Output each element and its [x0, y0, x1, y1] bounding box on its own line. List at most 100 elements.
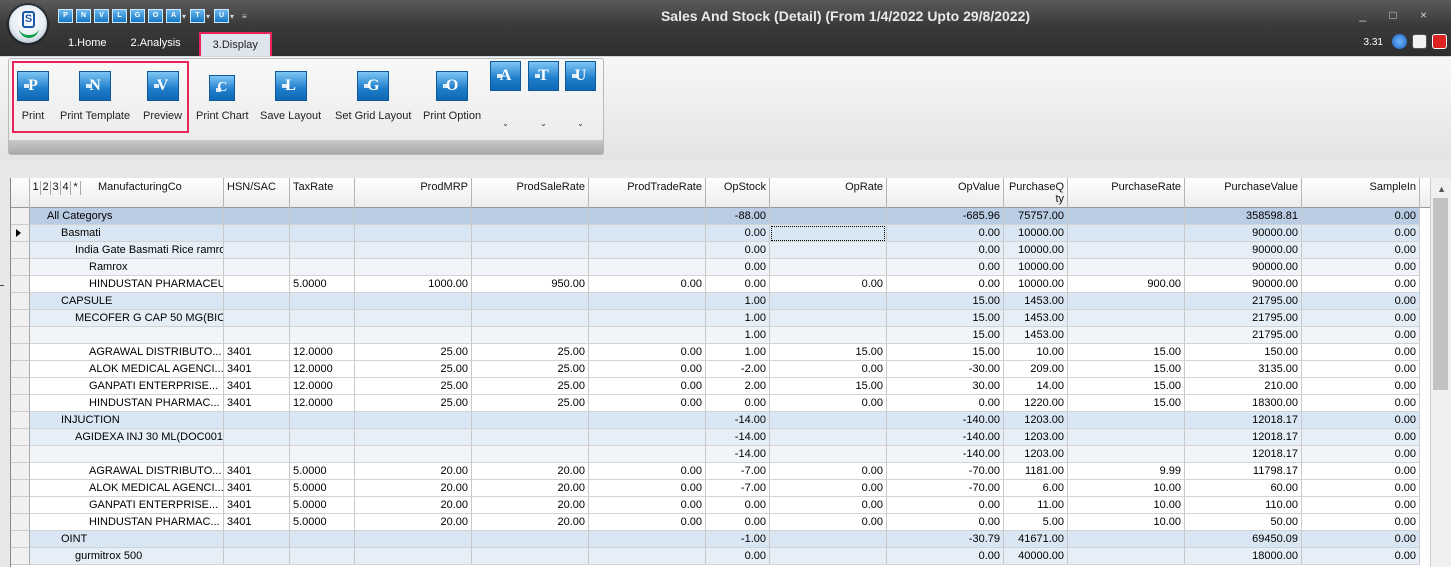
- cell-tax[interactable]: [290, 531, 355, 548]
- notes-icon[interactable]: [1412, 34, 1427, 49]
- save-layout-button[interactable]: L Save Layout: [260, 71, 321, 122]
- cell-trade[interactable]: [589, 446, 706, 463]
- table-row[interactable]: 1.00 15.00 1453.00 21795.00 0.00: [11, 327, 1431, 344]
- cell-opstock[interactable]: 0.00: [706, 276, 770, 293]
- cell-pvalue[interactable]: 90000.00: [1185, 242, 1302, 259]
- scroll-up-icon[interactable]: ▲: [1437, 184, 1446, 194]
- column-header-taxrate[interactable]: TaxRate: [290, 178, 355, 208]
- cell-trade[interactable]: [589, 293, 706, 310]
- cell-mrp[interactable]: 25.00: [355, 344, 472, 361]
- cell-prate[interactable]: [1068, 242, 1185, 259]
- cell-prate[interactable]: [1068, 293, 1185, 310]
- table-row[interactable]: MECOFER G CAP 50 MG(BIO001) 1.00 15.001453…: [11, 310, 1431, 327]
- column-header-samplein[interactable]: SampleIn: [1302, 178, 1420, 208]
- cell-trade[interactable]: 0.00: [589, 480, 706, 497]
- cell-opstock[interactable]: -7.00: [706, 480, 770, 497]
- cell-oprate[interactable]: 0.00: [770, 514, 887, 531]
- print-option-button[interactable]: O Print Option: [423, 71, 481, 122]
- cell-trade[interactable]: [589, 429, 706, 446]
- cell-prate[interactable]: [1068, 327, 1185, 344]
- cell-opstock[interactable]: 1.00: [706, 327, 770, 344]
- cell-sample[interactable]: 0.00: [1302, 412, 1420, 429]
- cell-name[interactable]: gurmitrox 500: [30, 548, 224, 565]
- cell-oprate[interactable]: [770, 327, 887, 344]
- row-selector[interactable]: [11, 276, 30, 293]
- cell-sale[interactable]: 20.00: [472, 480, 589, 497]
- table-row[interactable]: GANPATI ENTERPRISE... 3401 5.0000 20.00 20.0…: [11, 497, 1431, 514]
- cell-pvalue[interactable]: 110.00: [1185, 497, 1302, 514]
- row-selector[interactable]: [11, 225, 30, 242]
- cell-pqty[interactable]: 1220.00: [1004, 395, 1068, 412]
- cell-name[interactable]: GANPATI ENTERPRISE...: [30, 378, 224, 395]
- group-level-4-button[interactable]: 4: [61, 181, 71, 195]
- cell-opvalue[interactable]: 15.00: [887, 327, 1004, 344]
- cell-oprate[interactable]: 15.00: [770, 344, 887, 361]
- cell-sale[interactable]: [472, 259, 589, 276]
- cell-sample[interactable]: 0.00: [1302, 361, 1420, 378]
- cell-prate[interactable]: 9.99: [1068, 463, 1185, 480]
- cell-sample[interactable]: 0.00: [1302, 293, 1420, 310]
- cell-tax[interactable]: [290, 429, 355, 446]
- column-header-hsn-sac[interactable]: HSN/SAC: [224, 178, 290, 208]
- table-row[interactable]: All Categorys -88.00 -685.96 75757.00 358598…: [11, 208, 1431, 225]
- cell-prate[interactable]: [1068, 225, 1185, 242]
- row-selector[interactable]: [11, 242, 30, 259]
- cell-prate[interactable]: [1068, 208, 1185, 225]
- cell-name[interactable]: MECOFER G CAP 50 MG(BIO001): [30, 310, 224, 327]
- cell-opstock[interactable]: 0.00: [706, 259, 770, 276]
- cell-name[interactable]: HINDUSTAN PHARMAC...: [30, 395, 224, 412]
- cell-tax[interactable]: [290, 327, 355, 344]
- cell-trade[interactable]: [589, 225, 706, 242]
- cell-pqty[interactable]: 41671.00: [1004, 531, 1068, 548]
- cell-pvalue[interactable]: 21795.00: [1185, 310, 1302, 327]
- print-chart-button[interactable]: C Print Chart: [196, 71, 249, 122]
- cell-oprate[interactable]: [770, 310, 887, 327]
- cell-trade[interactable]: [589, 310, 706, 327]
- cell-oprate[interactable]: [770, 242, 887, 259]
- cell-sample[interactable]: 0.00: [1302, 531, 1420, 548]
- cell-tax[interactable]: 5.0000: [290, 276, 355, 293]
- cell-prate[interactable]: 15.00: [1068, 395, 1185, 412]
- cell-hsn[interactable]: [224, 429, 290, 446]
- cell-sale[interactable]: [472, 429, 589, 446]
- cell-opstock[interactable]: 0.00: [706, 395, 770, 412]
- cell-name[interactable]: AGRAWAL DISTRIBUTO...: [30, 463, 224, 480]
- cell-sale[interactable]: 20.00: [472, 463, 589, 480]
- cell-mrp[interactable]: [355, 225, 472, 242]
- cell-tax[interactable]: 12.0000: [290, 361, 355, 378]
- minimize-button[interactable]: _: [1359, 8, 1376, 22]
- cell-tax[interactable]: 5.0000: [290, 480, 355, 497]
- cell-oprate[interactable]: [770, 429, 887, 446]
- table-row[interactable]: GANPATI ENTERPRISE... 3401 12.0000 25.00 25.…: [11, 378, 1431, 395]
- cell-name[interactable]: Ramrox: [30, 259, 224, 276]
- row-selector[interactable]: [11, 378, 30, 395]
- cell-mrp[interactable]: [355, 327, 472, 344]
- cell-pvalue[interactable]: 358598.81: [1185, 208, 1302, 225]
- table-row[interactable]: ALOK MEDICAL AGENCI... 3401 12.0000 25.00 25…: [11, 361, 1431, 378]
- cell-oprate[interactable]: [770, 293, 887, 310]
- table-row[interactable]: ALOK MEDICAL AGENCI... 3401 5.0000 20.00 20.…: [11, 480, 1431, 497]
- cell-pvalue[interactable]: 12018.17: [1185, 412, 1302, 429]
- cell-opvalue[interactable]: -30.79: [887, 531, 1004, 548]
- row-selector[interactable]: [11, 395, 30, 412]
- cell-opstock[interactable]: 0.00: [706, 514, 770, 531]
- set-grid-layout-button[interactable]: G Set Grid Layout: [335, 71, 411, 122]
- cell-tax[interactable]: 5.0000: [290, 463, 355, 480]
- row-selector[interactable]: [11, 259, 30, 276]
- cell-oprate[interactable]: 0.00: [770, 463, 887, 480]
- table-row[interactable]: INJUCTION -14.00 -140.00 1203.00 12018.17 0.0…: [11, 412, 1431, 429]
- cell-pqty[interactable]: 1203.00: [1004, 446, 1068, 463]
- cell-pvalue[interactable]: 90000.00: [1185, 276, 1302, 293]
- cell-sale[interactable]: 20.00: [472, 497, 589, 514]
- table-row[interactable]: AGIDEXA INJ 30 ML(DOC001) -14.00 -140.00 12…: [11, 429, 1431, 446]
- cell-pvalue[interactable]: 150.00: [1185, 344, 1302, 361]
- cell-sale[interactable]: 25.00: [472, 361, 589, 378]
- cell-trade[interactable]: 0.00: [589, 463, 706, 480]
- cell-sample[interactable]: 0.00: [1302, 242, 1420, 259]
- row-selector[interactable]: [11, 412, 30, 429]
- cell-tax[interactable]: [290, 548, 355, 565]
- cell-name[interactable]: [30, 327, 224, 344]
- cell-hsn[interactable]: [224, 446, 290, 463]
- cell-mrp[interactable]: 25.00: [355, 361, 472, 378]
- cell-oprate[interactable]: 0.00: [770, 497, 887, 514]
